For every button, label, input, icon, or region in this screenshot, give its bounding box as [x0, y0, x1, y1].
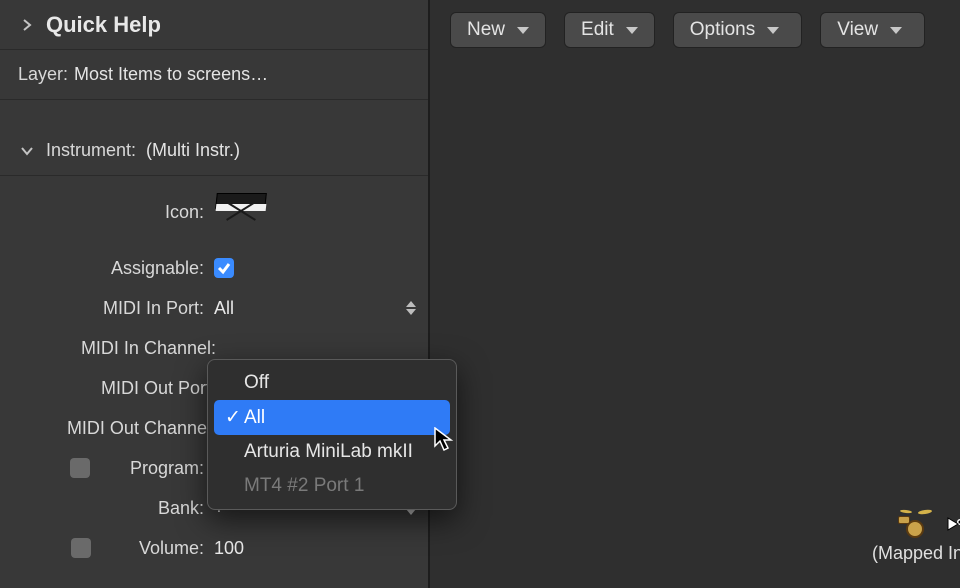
- mapped-instrument-label: (Mapped Instr.): [872, 543, 960, 564]
- new-label: New: [467, 19, 505, 41]
- assignable-label: Assignable:: [14, 258, 214, 279]
- mouse-cursor-icon: [434, 427, 454, 453]
- param-volume-row[interactable]: Volume: 100: [0, 528, 428, 568]
- dropdown-option-label: Arturia MiniLab mkII: [244, 441, 413, 463]
- param-icon-row[interactable]: Icon:: [0, 176, 428, 248]
- midi-out-port-label: MIDI Out Port:: [14, 378, 226, 399]
- volume-value: 100: [214, 538, 414, 559]
- dropdown-option-label: Off: [244, 372, 269, 394]
- layer-label: Layer:: [18, 64, 68, 85]
- instrument-header[interactable]: Instrument: (Multi Instr.): [0, 126, 428, 176]
- dropdown-option[interactable]: Off: [214, 366, 450, 400]
- caret-down-icon: [626, 27, 638, 34]
- midi-in-port-value: All: [214, 298, 414, 319]
- instrument-value: (Multi Instr.): [146, 140, 240, 161]
- environment-canvas[interactable]: New Edit Options View: [430, 0, 960, 588]
- param-midi-in-port-row[interactable]: MIDI In Port: All: [0, 288, 428, 328]
- midi-out-channel-label: MIDI Out Channel:: [14, 418, 226, 439]
- volume-label: Volume:: [139, 538, 204, 559]
- quick-help-header[interactable]: Quick Help: [0, 0, 428, 50]
- midi-in-channel-label: MIDI In Channel:: [14, 338, 226, 359]
- layer-value: Most Items to screens…: [74, 64, 268, 85]
- quick-help-title: Quick Help: [46, 12, 161, 38]
- icon-label: Icon:: [14, 202, 214, 223]
- caret-down-icon: [517, 27, 529, 34]
- dropdown-option-label: All: [244, 407, 265, 429]
- edit-menu-button[interactable]: Edit: [564, 12, 655, 48]
- options-menu-button[interactable]: Options: [673, 12, 802, 48]
- program-checkbox[interactable]: [70, 458, 90, 478]
- cable-plug-icon: [946, 516, 960, 532]
- checkmark-icon: ✓: [222, 406, 244, 429]
- view-menu-button[interactable]: View: [820, 12, 925, 48]
- dropdown-option[interactable]: Arturia MiniLab mkII: [214, 435, 450, 469]
- dropdown-option-label: MT4 #2 Port 1: [244, 475, 364, 497]
- dropdown-option[interactable]: ✓All: [214, 400, 450, 435]
- chevron-right-icon: [18, 16, 36, 34]
- midi-in-port-dropdown: Off✓AllArturia MiniLab mkIIMT4 #2 Port 1: [207, 359, 457, 510]
- chevron-down-icon: [18, 142, 36, 160]
- new-menu-button[interactable]: New: [450, 12, 546, 48]
- caret-down-icon: [767, 27, 779, 34]
- assignable-checkbox[interactable]: [214, 258, 234, 278]
- program-label: Program:: [130, 458, 204, 479]
- canvas-toolbar: New Edit Options View: [450, 12, 950, 48]
- options-label: Options: [690, 19, 755, 41]
- volume-checkbox[interactable]: [71, 538, 91, 558]
- caret-down-icon: [890, 27, 902, 34]
- view-label: View: [837, 19, 878, 41]
- bank-label: Bank:: [14, 498, 214, 519]
- app-root: Quick Help Layer: Most Items to screens……: [0, 0, 960, 588]
- instrument-label: Instrument:: [46, 140, 136, 161]
- keyboard-icon: [214, 187, 270, 237]
- midi-in-port-label: MIDI In Port:: [14, 298, 214, 319]
- edit-label: Edit: [581, 19, 614, 41]
- stepper-icon[interactable]: [406, 301, 416, 315]
- dropdown-option: MT4 #2 Port 1: [214, 469, 450, 503]
- param-assignable-row: Assignable:: [0, 248, 428, 288]
- drum-kit-icon[interactable]: [898, 510, 932, 540]
- layer-row[interactable]: Layer: Most Items to screens…: [0, 50, 428, 100]
